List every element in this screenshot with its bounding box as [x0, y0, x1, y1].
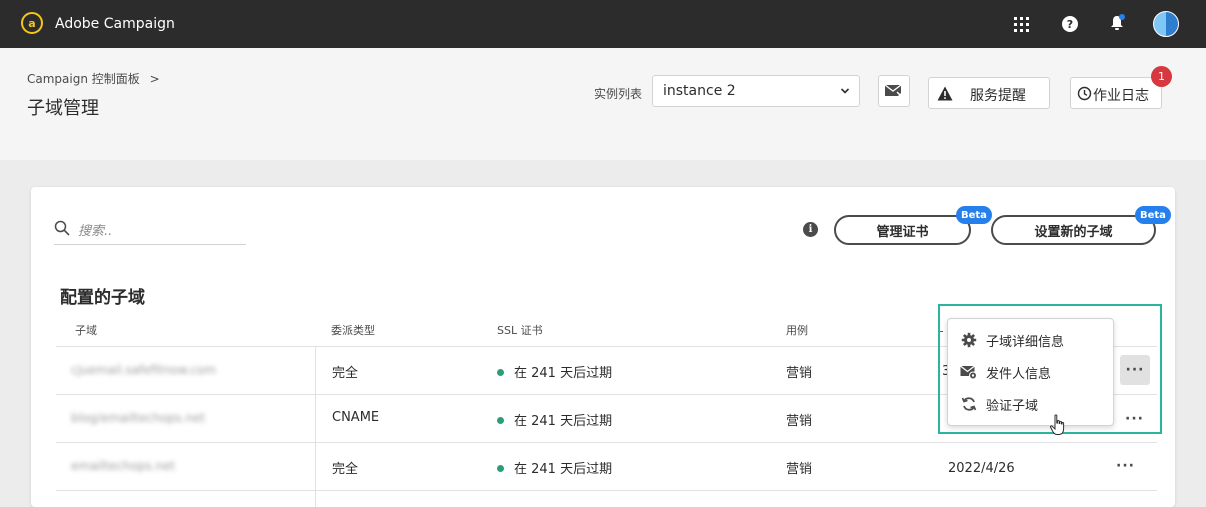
ssl-cell: 在 241 天后过期	[497, 458, 612, 477]
app-title: Adobe Campaign	[55, 16, 175, 32]
status-dot	[497, 465, 504, 472]
chevron-down-icon	[841, 88, 849, 94]
gear-icon	[961, 332, 977, 348]
help-icon[interactable]: ?	[1062, 16, 1078, 32]
breadcrumb-separator: >	[149, 72, 160, 86]
ssl-status: 在 241 天后过期	[514, 414, 613, 429]
delegation-cell: CNAME	[332, 410, 380, 425]
warning-icon	[937, 86, 953, 101]
search-icon	[54, 220, 70, 236]
instance-list-label: 实例列表	[594, 87, 643, 101]
hand-cursor-icon	[1049, 414, 1065, 435]
job-log-button[interactable]: 作业日志	[1070, 77, 1162, 109]
ssl-status: 在 241 天后过期	[514, 462, 613, 477]
row-divider	[56, 490, 1157, 491]
top-bar: a Adobe Campaign ?	[0, 0, 1206, 48]
ssl-cell: 在 241 天后过期	[497, 362, 612, 381]
app-grid-icon[interactable]	[1013, 16, 1029, 32]
mail-settings-icon	[960, 365, 977, 380]
status-dot	[497, 417, 504, 424]
row-actions-menu: 子域详细信息 发件人信息 验证子域	[947, 318, 1114, 426]
email-alert-button[interactable]	[878, 75, 910, 107]
beta-badge: Beta	[1135, 206, 1171, 224]
column-divider	[315, 347, 316, 507]
page-title: 子域管理	[27, 98, 99, 119]
column-header-subdomain[interactable]: 子域	[75, 322, 97, 338]
delegation-cell: 完全	[332, 462, 359, 477]
page-header: Campaign 控制面板 > 子域管理 实例列表 instance 2 服务提…	[0, 48, 1206, 160]
mail-alert-icon	[884, 84, 904, 99]
status-dot	[497, 369, 504, 376]
ssl-status: 在 241 天后过期	[514, 366, 613, 381]
search-placeholder: 搜索..	[78, 224, 113, 239]
user-avatar[interactable]	[1153, 11, 1179, 37]
service-alert-button[interactable]: 服务提醒	[928, 77, 1050, 109]
subdomain-cell[interactable]: cjuemail.safefitnow.com	[71, 363, 216, 377]
manage-certificates-label: 管理证书	[876, 224, 929, 240]
use-case-cell: 营销	[786, 414, 813, 429]
menu-item-label: 子域详细信息	[986, 335, 1065, 350]
column-header-use-case[interactable]: 用例	[786, 322, 808, 338]
info-icon[interactable]: i	[803, 222, 818, 237]
use-case-cell: 营销	[786, 462, 813, 477]
instance-select[interactable]: instance 2	[652, 75, 860, 107]
ssl-cell: 在 241 天后过期	[497, 410, 612, 429]
subdomain-cell[interactable]: emailtechops.net	[71, 459, 175, 473]
delegation-cell: 完全	[332, 366, 359, 381]
breadcrumb[interactable]: Campaign 控制面板 >	[27, 70, 160, 87]
menu-item-label: 验证子域	[986, 399, 1039, 414]
column-header-ssl[interactable]: SSL 证书	[497, 322, 543, 338]
breadcrumb-link[interactable]: Campaign 控制面板	[27, 72, 140, 86]
beta-badge: Beta	[956, 206, 992, 224]
column-header-delegation[interactable]: 委派类型	[331, 322, 375, 338]
row-divider	[56, 442, 1157, 443]
section-title: 配置的子域	[60, 288, 145, 308]
job-log-count-badge: 1	[1151, 66, 1172, 87]
notification-bell-icon[interactable]	[1108, 14, 1126, 32]
refresh-icon	[961, 397, 977, 411]
service-alert-label: 服务提醒	[970, 88, 1026, 104]
menu-item-label: 发件人信息	[986, 367, 1052, 382]
manage-certificates-button[interactable]: 管理证书	[834, 215, 971, 245]
use-case-cell: 营销	[786, 366, 813, 381]
history-icon	[1077, 86, 1092, 101]
job-log-label: 作业日志	[1093, 88, 1149, 104]
last-cell: 2022/4/26	[948, 461, 1015, 476]
search-input[interactable]: 搜索..	[54, 217, 246, 245]
subdomain-cell[interactable]: blog/emailtechops.net	[71, 411, 205, 425]
setup-new-subdomain-button[interactable]: 设置新的子域	[991, 215, 1156, 245]
setup-new-subdomain-label: 设置新的子域	[1034, 224, 1113, 240]
instance-select-value: instance 2	[663, 83, 736, 99]
row-actions-button[interactable]: ···	[1116, 458, 1135, 474]
adobe-campaign-logo-icon[interactable]: a	[21, 12, 43, 34]
